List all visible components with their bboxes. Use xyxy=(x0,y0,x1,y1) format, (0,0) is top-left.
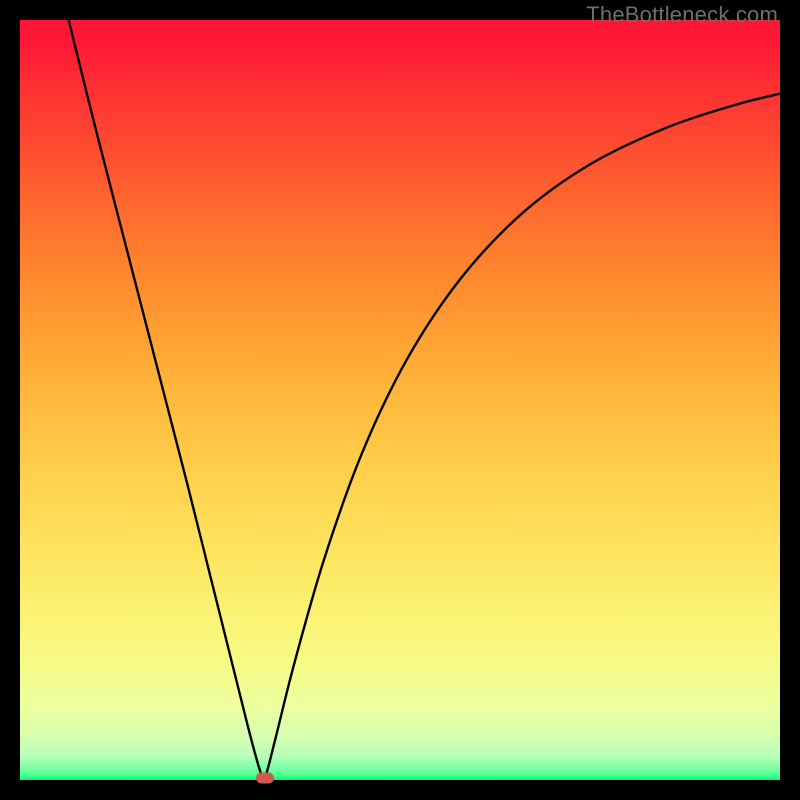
bottleneck-curve xyxy=(20,20,780,780)
minimum-point-marker xyxy=(256,772,274,783)
watermark-text: TheBottleneck.com xyxy=(586,2,778,28)
